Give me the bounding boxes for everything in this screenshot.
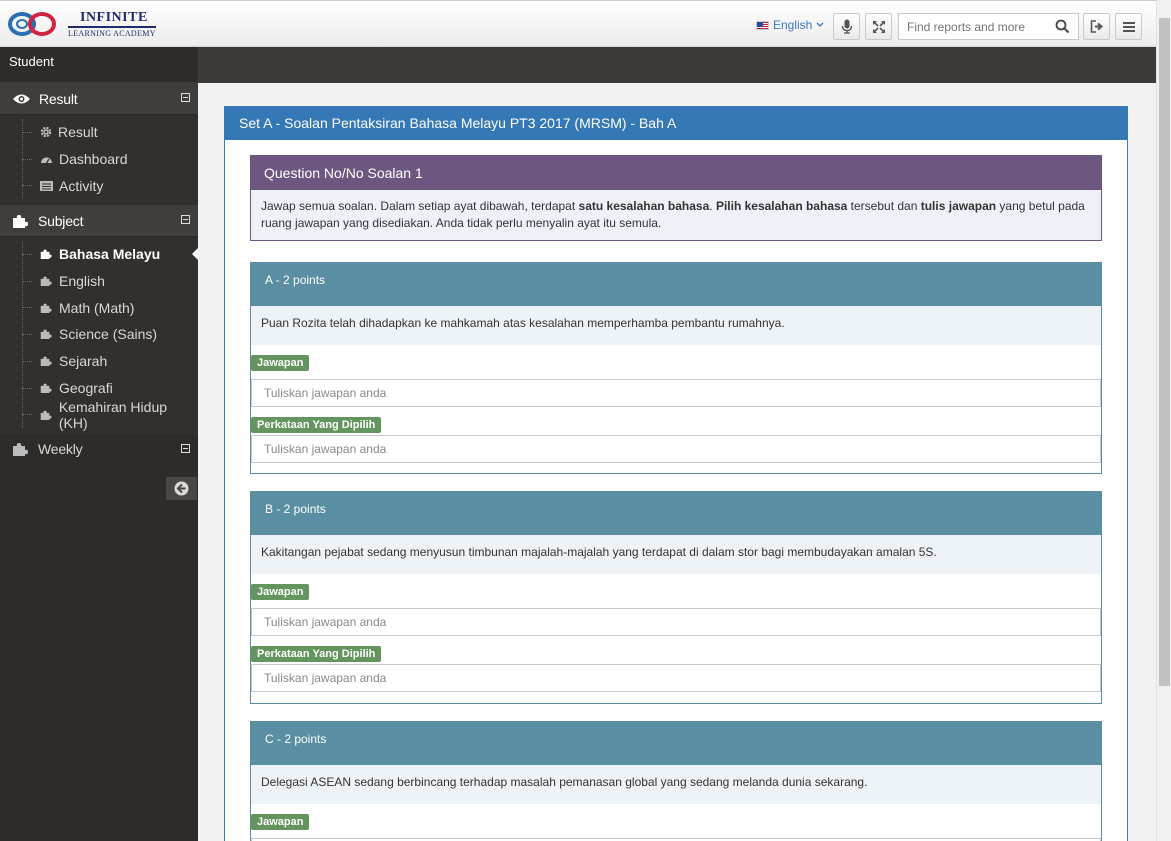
collapse-toggle-icon[interactable] [181, 443, 190, 453]
collapse-toggle-icon[interactable] [181, 93, 190, 102]
assessment-card: Set A - Soalan Pentaksiran Bahasa Melayu… [224, 106, 1128, 841]
jawapan-label: Jawapan [251, 814, 310, 830]
perkataan-dipilih-input[interactable] [251, 664, 1101, 692]
instruction-bold-text: tulis jawapan [920, 199, 997, 213]
sidebar-user-label: Student [0, 47, 198, 83]
language-label: English [773, 18, 813, 32]
assessment-title: Set A - Soalan Pentaksiran Bahasa Melayu… [225, 107, 1127, 140]
arrow-left-circle-icon [174, 481, 189, 496]
sidebar-item-dashboard[interactable]: Dashboard [0, 146, 198, 173]
answer-panel-a: A - 2 points Puan Rozita telah dihadapka… [250, 262, 1102, 474]
logout-button[interactable] [1083, 13, 1110, 40]
instruction-text: tersebut dan [847, 199, 921, 213]
expand-icon [872, 20, 885, 33]
answer-sentence: Kakitangan pejabat sedang menyusun timbu… [251, 535, 1101, 574]
infinity-logo-icon [6, 9, 64, 39]
search-icon[interactable] [1055, 19, 1070, 34]
answer-panel-header: C - 2 points [251, 722, 1101, 765]
gear-icon [40, 127, 52, 138]
puzzle-icon [40, 276, 52, 287]
sidebar-item-math[interactable]: Math (Math) [0, 294, 198, 321]
puzzle-icon [40, 330, 52, 340]
instruction-text: Jawap semua soalan. Dalam setiap ayat di… [261, 199, 579, 213]
sidebar-item-label: Math (Math) [59, 299, 135, 316]
menu-button[interactable] [1115, 13, 1142, 40]
sidebar: Student Result Result Dashboard Activity… [0, 47, 198, 841]
sidebar-section-label: Subject [38, 212, 84, 229]
logo-subtitle: LEARNING ACADEMY [68, 28, 156, 38]
perkataan-dipilih-label: Perkataan Yang Dipilih [251, 646, 382, 662]
sidebar-item-english[interactable]: English [0, 268, 198, 295]
answer-sentence: Puan Rozita telah dihadapkan ke mahkamah… [251, 306, 1101, 345]
puzzle-icon [40, 303, 52, 313]
instruction-bold-text: satu kesalahan bahasa [578, 199, 710, 213]
answer-panel-header: A - 2 points [251, 263, 1101, 306]
sidebar-section-subject[interactable]: Subject [0, 205, 198, 238]
perkataan-dipilih-label: Perkataan Yang Dipilih [251, 417, 382, 433]
search-box [898, 13, 1079, 40]
sidebar-collapse-button[interactable] [166, 477, 197, 500]
sidebar-item-kemahiran-hidup[interactable]: Kemahiran Hidup (KH) [0, 398, 198, 431]
sidebar-item-science[interactable]: Science (Sains) [0, 321, 198, 348]
sidebar-item-label: Dashboard [59, 151, 128, 168]
sidebar-item-sejarah[interactable]: Sejarah [0, 348, 198, 375]
top-bar: INFINITE LEARNING ACADEMY English [0, 0, 1156, 47]
jawapan-label: Jawapan [251, 584, 310, 600]
question-header: Question No/No Soalan 1 [251, 156, 1101, 190]
microphone-icon [841, 19, 852, 34]
us-flag-icon [756, 20, 769, 30]
answer-panel-b: B - 2 points Kakitangan pejabat sedang m… [250, 491, 1102, 704]
puzzle-icon [13, 214, 28, 228]
puzzle-icon [40, 250, 52, 260]
chevron-down-icon [816, 22, 824, 27]
search-input[interactable] [899, 14, 1049, 39]
puzzle-icon [40, 410, 52, 420]
logo-title: INFINITE [68, 10, 156, 28]
puzzle-icon [40, 383, 52, 393]
jawapan-input[interactable] [251, 379, 1101, 407]
language-selector[interactable]: English [756, 18, 824, 32]
sidebar-item-activity[interactable]: Activity [0, 172, 198, 199]
hamburger-menu-icon [1122, 21, 1135, 32]
answer-panel-c: C - 2 points Delegasi ASEAN sedang berbi… [250, 721, 1102, 841]
instruction-bold-text: Pilih kesalahan bahasa [715, 199, 848, 213]
fullscreen-button[interactable] [865, 13, 892, 40]
content-header-strip [198, 47, 1156, 83]
eye-icon [13, 94, 30, 103]
puzzle-icon [13, 443, 28, 457]
answer-panel-header: B - 2 points [251, 492, 1101, 535]
answer-sentence: Delegasi ASEAN sedang berbincang terhada… [251, 765, 1101, 804]
sidebar-item-label: Kemahiran Hidup (KH) [58, 398, 168, 431]
dashboard-icon [41, 157, 52, 163]
instruction-text: . [709, 199, 716, 213]
scrollbar-thumb[interactable] [1159, 18, 1170, 686]
jawapan-label: Jawapan [251, 355, 310, 371]
sidebar-section-label: Weekly [38, 441, 83, 458]
sidebar-section-label: Result [39, 90, 78, 107]
sidebar-item-label: Result [58, 124, 98, 141]
sidebar-item-label: Activity [59, 177, 104, 194]
logout-icon [1090, 20, 1103, 33]
perkataan-dipilih-input[interactable] [251, 435, 1101, 463]
logo[interactable]: INFINITE LEARNING ACADEMY [6, 7, 156, 41]
jawapan-input[interactable] [251, 608, 1101, 636]
microphone-button[interactable] [833, 13, 860, 40]
sidebar-item-label: Geografi [59, 379, 113, 396]
question-instructions: Jawap semua soalan. Dalam setiap ayat di… [251, 190, 1101, 240]
sidebar-section-result[interactable]: Result [0, 83, 198, 115]
puzzle-icon [40, 356, 52, 367]
page-scrollbar[interactable] [1156, 0, 1171, 841]
question-panel: Question No/No Soalan 1 Jawap semua soal… [250, 155, 1102, 241]
collapse-toggle-icon[interactable] [181, 215, 190, 225]
sidebar-item-label: Sejarah [59, 353, 108, 370]
sidebar-item-result[interactable]: Result [0, 119, 198, 146]
sidebar-item-bahasa-melayu[interactable]: Bahasa Melayu [0, 241, 198, 268]
list-icon [40, 180, 53, 191]
sidebar-item-geografi[interactable]: Geografi [0, 375, 198, 402]
sidebar-item-label: Science (Sains) [59, 326, 158, 343]
sidebar-item-label: English [59, 273, 105, 290]
sidebar-section-weekly[interactable]: Weekly [0, 433, 198, 466]
sidebar-item-label: Bahasa Melayu [59, 246, 161, 263]
